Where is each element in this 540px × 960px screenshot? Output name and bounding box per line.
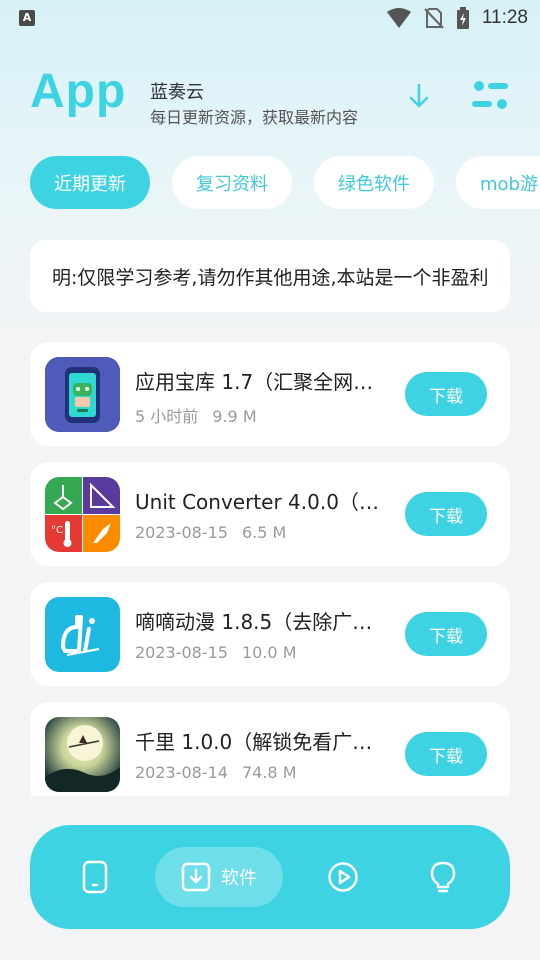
header-subtitle: 每日更新资源，获取最新内容	[150, 108, 359, 127]
app-logo: App	[30, 65, 127, 118]
list-item[interactable]: °C Unit Converter 4.0.0（免… 2023-08-15 6.5…	[30, 462, 510, 566]
app-date: 2023-08-15	[135, 523, 228, 542]
svg-text:°C: °C	[51, 525, 63, 536]
app-date: 2023-08-14	[135, 763, 228, 782]
category-tab-review[interactable]: 复习资料	[172, 156, 292, 209]
app-name: Unit Converter 4.0.0（免…	[135, 490, 385, 514]
category-tab-mob-games[interactable]: mob游	[456, 156, 540, 209]
download-button[interactable]: 下载	[405, 372, 487, 416]
app-meta: 2023-08-15 6.5 M	[135, 523, 286, 542]
night-moon-icon	[45, 717, 120, 792]
android-phone-icon	[45, 357, 120, 432]
no-sim-icon	[424, 8, 444, 29]
list-item[interactable]: 应用宝库 1.7（汇聚全网… 5 小时前 9.9 M 下载	[30, 342, 510, 446]
app-name: 千里 1.0.0（解锁免看广…	[135, 730, 373, 754]
unit-converter-icon: °C	[45, 477, 120, 552]
app-list: 应用宝库 1.7（汇聚全网… 5 小时前 9.9 M 下载 °C Unit Con…	[30, 342, 510, 796]
app-meta: 2023-08-14 74.8 M	[135, 763, 297, 782]
app-size: 9.9 M	[212, 407, 257, 426]
anime-app-icon	[45, 597, 120, 672]
app-size: 10.0 M	[241, 643, 297, 662]
download-box-icon	[181, 862, 211, 892]
app-date: 2023-08-15	[135, 643, 228, 662]
download-button[interactable]: 下载	[405, 492, 487, 536]
app-size: 6.5 M	[241, 523, 287, 542]
category-tab-green-software[interactable]: 绿色软件	[314, 156, 434, 209]
app-name: 嘀嘀动漫 1.8.5（去除广…	[135, 610, 373, 634]
download-icon[interactable]	[404, 80, 434, 112]
app-meta: 5 小时前 9.9 M	[135, 403, 257, 427]
bottom-nav: 软件	[30, 825, 510, 929]
filter-icon[interactable]	[470, 78, 510, 112]
download-button[interactable]: 下载	[405, 732, 487, 776]
nav-label-software: 软件	[221, 868, 257, 889]
list-item[interactable]: 嘀嘀动漫 1.8.5（去除广… 2023-08-15 10.0 M 下载	[30, 582, 510, 686]
phone-icon	[82, 860, 108, 894]
nav-item-ideas[interactable]	[414, 847, 472, 907]
app-name: 应用宝库 1.7（汇聚全网…	[135, 370, 374, 394]
notice-banner: 明:仅限学习参考,请勿作其他用途,本站是一个非盈利性	[30, 240, 510, 312]
accessibility-icon: A	[19, 10, 35, 26]
battery-icon	[456, 7, 469, 29]
header-title: 蓝奏云	[150, 82, 204, 103]
play-icon	[328, 862, 358, 892]
list-item[interactable]: 千里 1.0.0（解锁免看广… 2023-08-14 74.8 M 下载	[30, 702, 510, 796]
wifi-icon	[386, 8, 411, 28]
status-right: 11:28	[386, 6, 528, 30]
notice-text: 明:仅限学习参考,请勿作其他用途,本站是一个非盈利性	[52, 267, 488, 289]
app-size: 74.8 M	[241, 763, 297, 782]
category-tab-recent[interactable]: 近期更新	[30, 156, 150, 209]
lightbulb-icon	[430, 861, 456, 893]
status-bar: A 11:28	[0, 0, 540, 36]
nav-item-play[interactable]	[314, 847, 372, 907]
app-date: 5 小时前	[135, 407, 199, 426]
download-button[interactable]: 下载	[405, 612, 487, 656]
status-time: 11:28	[481, 7, 528, 28]
nav-item-phone[interactable]	[66, 847, 124, 907]
nav-item-software[interactable]: 软件	[155, 847, 283, 907]
app-meta: 2023-08-15 10.0 M	[135, 643, 297, 662]
category-tabs: 近期更新 复习资料 绿色软件 mob游	[30, 156, 540, 209]
